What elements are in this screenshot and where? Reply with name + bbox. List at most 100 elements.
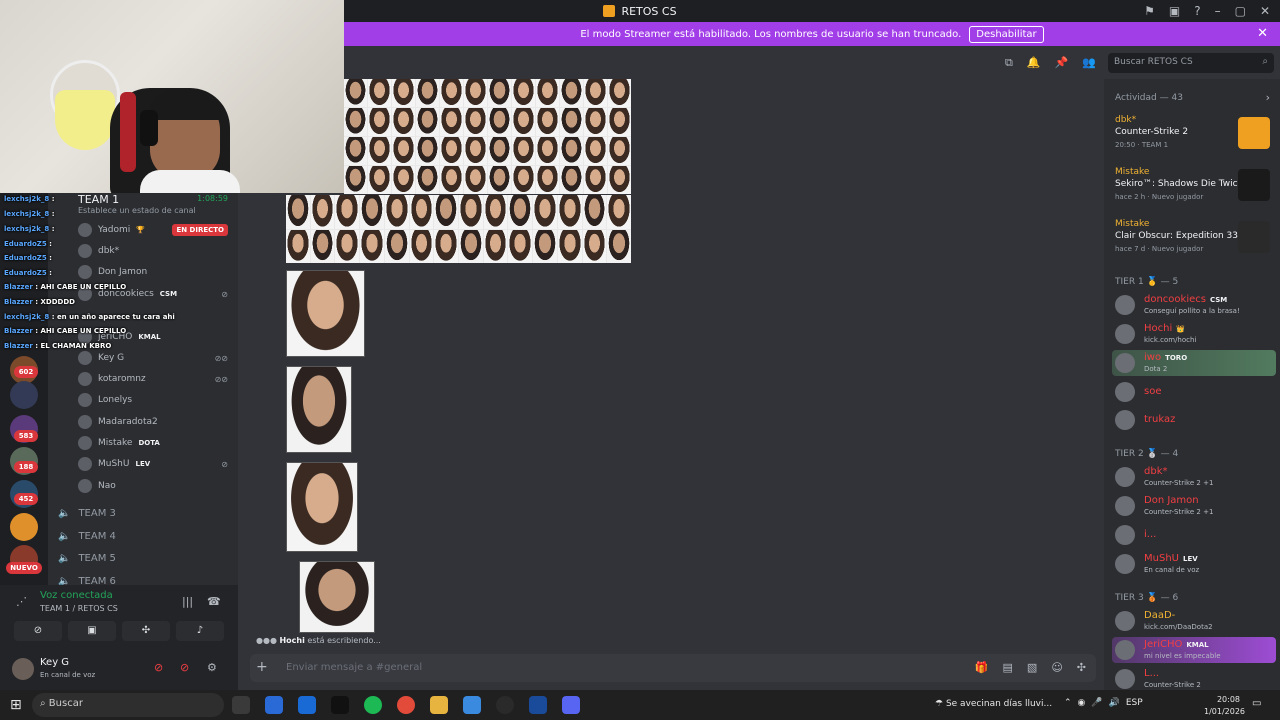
voice-member[interactable]: Don Jamon — [78, 263, 228, 281]
screen-icon[interactable]: ▣ — [1169, 4, 1180, 18]
member-item[interactable]: trukaz — [1112, 407, 1276, 433]
face-collage-image[interactable] — [286, 195, 631, 263]
face-collage-image[interactable] — [344, 79, 631, 194]
store-icon[interactable] — [265, 696, 283, 714]
members-icon[interactable]: 👥 — [1082, 56, 1096, 70]
voice-channel-team4[interactable]: 🔈 TEAM 4 — [58, 527, 116, 545]
help-icon[interactable]: ? — [1194, 4, 1200, 18]
voice-member[interactable]: Lonelys — [78, 391, 228, 409]
signal-icon[interactable]: ⋰ — [16, 595, 27, 608]
search-input[interactable]: Buscar RETOS CS ⌕ — [1108, 53, 1274, 73]
activity-card[interactable]: dbk* Counter-Strike 2 20:50 · TEAM 1 — [1110, 113, 1274, 159]
threads-icon[interactable]: ⧉ — [1005, 56, 1013, 70]
close-button[interactable]: ✕ — [1260, 4, 1270, 18]
server-icon[interactable] — [10, 381, 38, 409]
avatar[interactable] — [12, 658, 34, 680]
voice-channel-team6[interactable]: 🔈 TEAM 6 — [58, 572, 116, 586]
task-view-icon[interactable] — [232, 696, 250, 714]
avatar — [1115, 382, 1135, 402]
clock[interactable]: 20:08 1/01/2026 — [1204, 694, 1245, 718]
activities-button[interactable]: ✣ — [122, 621, 170, 641]
member-item[interactable]: soe — [1112, 379, 1276, 405]
portrait-photo[interactable] — [286, 462, 358, 552]
portrait-photo[interactable] — [286, 270, 365, 357]
server-icon[interactable] — [10, 513, 38, 541]
maximize-button[interactable]: ▢ — [1235, 4, 1246, 18]
voice-channel-team5[interactable]: 🔈 TEAM 5 — [58, 549, 116, 567]
camera-button[interactable]: ⊘ — [14, 621, 62, 641]
activity-card[interactable]: Mistake Sekiro™: Shadows Die Twice hace … — [1110, 165, 1274, 211]
member-item[interactable]: JeriCHO KMAL mi nivel es impecable — [1112, 637, 1276, 663]
taskbar-search[interactable]: ⌕ Buscar — [32, 693, 224, 717]
add-attachment-icon[interactable]: + — [256, 659, 268, 675]
bell-icon[interactable]: 🔔 — [1027, 56, 1041, 70]
spotify-icon[interactable] — [364, 696, 382, 714]
voice-member[interactable]: Mistake DOTA — [78, 434, 228, 452]
pin-icon[interactable]: 📌 — [1055, 56, 1069, 70]
voice-member[interactable]: doncookiecs CSM ⊘ — [78, 285, 228, 303]
windows-start-icon[interactable]: ⊞ — [10, 697, 22, 713]
discord-icon[interactable] — [562, 696, 580, 714]
member-item[interactable]: Don Jamon Counter-Strike 2 +1 — [1112, 493, 1276, 519]
mic-muted-icon[interactable]: ⊘ — [154, 661, 163, 674]
member-item[interactable]: L... Counter-Strike 2 — [1112, 666, 1276, 690]
system-tray[interactable]: ⌃ ◉ 🎤 🔊 ESP — [1064, 698, 1143, 708]
member-item[interactable]: MuShU LEV En canal de voz — [1112, 551, 1276, 577]
notification-icon[interactable]: ▭ — [1252, 698, 1261, 709]
voice-member[interactable]: Key G ⊘⊘ — [78, 349, 228, 367]
disconnect-icon[interactable]: ☎ — [207, 595, 221, 608]
network-icon[interactable]: ◉ — [1078, 698, 1086, 708]
composer-placeholder: Enviar mensaje a #general — [286, 662, 423, 673]
file-explorer-icon[interactable] — [430, 696, 448, 714]
steam-icon[interactable] — [496, 696, 514, 714]
outlook-icon[interactable] — [298, 696, 316, 714]
member-item[interactable]: iwo TORO Dota 2 — [1112, 350, 1276, 376]
close-icon[interactable]: ✕ — [1257, 26, 1268, 41]
copilot-icon[interactable] — [463, 696, 481, 714]
portrait-photo[interactable] — [299, 561, 375, 633]
deafen-icon[interactable]: ⊘ — [180, 661, 189, 674]
member-item[interactable]: DaaD-kick.com/DaaDota2 — [1112, 608, 1276, 634]
tray-expand-icon[interactable]: ⌃ — [1064, 698, 1072, 708]
disable-streamer-button[interactable]: Deshabilitar — [969, 25, 1044, 43]
gift-icon[interactable]: 🎁 — [975, 661, 989, 674]
windows-taskbar: ⊞ ⌕ Buscar ☂ Se avecinan días lluvi... ⌃… — [0, 690, 1280, 720]
gif-icon[interactable]: ▤ — [1003, 661, 1013, 674]
language-indicator[interactable]: ESP — [1126, 698, 1143, 708]
mic-icon[interactable]: 🎤 — [1091, 698, 1102, 708]
voice-member[interactable]: dbk* — [78, 242, 228, 260]
voice-member[interactable]: Yadomi 🏆 — [78, 221, 228, 239]
voice-member[interactable]: Madaradota2 — [78, 413, 228, 431]
voice-connected-subtitle[interactable]: TEAM 1 / RETOS CS — [40, 604, 118, 613]
voice-member[interactable]: Nao — [78, 477, 228, 495]
volume-icon[interactable]: 🔊 — [1109, 698, 1120, 708]
soundboard-button[interactable]: ♪ — [176, 621, 224, 641]
chrome-icon[interactable] — [397, 696, 415, 714]
voice-member[interactable]: MuShU LEV ⊘ — [78, 455, 228, 473]
app-icon[interactable] — [529, 696, 547, 714]
chevron-right-icon[interactable]: › — [1266, 91, 1270, 104]
message-composer[interactable]: + Enviar mensaje a #general 🎁 ▤ ▧ ☺ ✣ — [250, 654, 1096, 682]
member-item[interactable]: Hochi 👑 kick.com/hochi — [1112, 321, 1276, 347]
portrait-photo[interactable] — [286, 366, 352, 453]
gear-icon[interactable]: ⚙ — [207, 661, 217, 674]
screen-share-button[interactable]: ▣ — [68, 621, 116, 641]
noise-suppression-icon[interactable]: ||| — [182, 595, 193, 608]
voice-member[interactable]: kotaromnz ⊘⊘ — [78, 370, 228, 388]
apps-icon[interactable]: ✣ — [1077, 661, 1086, 674]
voice-channel-name[interactable]: TEAM 1 — [78, 193, 119, 206]
voice-channel-team3[interactable]: 🔈 TEAM 3 — [58, 504, 116, 522]
member-item[interactable]: dbk* Counter-Strike 2 +1 — [1112, 464, 1276, 490]
tiktok-icon[interactable] — [331, 696, 349, 714]
activity-card[interactable]: Mistake Clair Obscur: Expedition 33 hace… — [1110, 217, 1274, 263]
typing-indicator: ●●● Hochi está escribiendo... — [256, 636, 381, 645]
minimize-button[interactable]: – — [1215, 4, 1221, 18]
inbox-icon[interactable]: ⚑ — [1144, 4, 1155, 18]
sticker-icon[interactable]: ▧ — [1027, 661, 1037, 674]
channel-status[interactable]: Establece un estado de canal — [78, 206, 196, 215]
member-item[interactable]: i... — [1112, 522, 1276, 548]
weather-widget[interactable]: ☂ Se avecinan días lluvi... — [935, 699, 1052, 709]
emoji-icon[interactable]: ☺ — [1051, 661, 1062, 674]
member-item[interactable]: doncookiecs CSM Conseguí pollito a la bras… — [1112, 292, 1276, 318]
voice-member[interactable]: jeriCHO KMAL — [78, 328, 228, 346]
